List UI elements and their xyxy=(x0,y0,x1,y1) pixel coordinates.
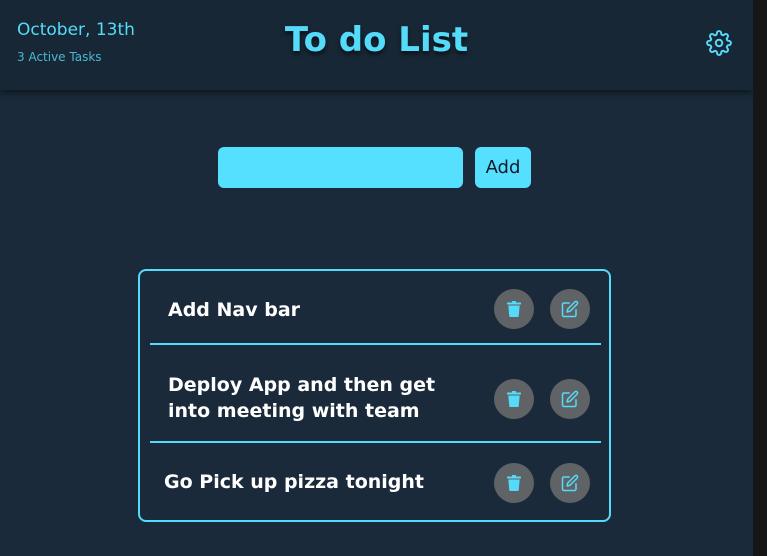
trash-icon xyxy=(507,301,521,317)
edit-icon xyxy=(561,390,579,408)
edit-button[interactable] xyxy=(550,289,590,329)
delete-button[interactable] xyxy=(494,289,534,329)
header: October, 13th 3 Active Tasks To do List xyxy=(0,0,753,90)
add-button[interactable]: Add xyxy=(475,147,531,188)
delete-button[interactable] xyxy=(494,463,534,503)
gear-icon[interactable] xyxy=(706,30,732,56)
task-list: Add Nav bar Deploy App and then get into… xyxy=(138,269,611,522)
delete-button[interactable] xyxy=(494,379,534,419)
edit-icon xyxy=(561,474,579,492)
edit-button[interactable] xyxy=(550,463,590,503)
task-text: Go Pick up pizza tonight xyxy=(164,471,425,493)
edit-button[interactable] xyxy=(550,379,590,419)
list-item: Add Nav bar xyxy=(140,271,609,343)
app: October, 13th 3 Active Tasks To do List … xyxy=(0,0,753,556)
edit-icon xyxy=(561,300,579,318)
task-text: Deploy App and then get into meeting wit… xyxy=(168,374,436,422)
trash-icon xyxy=(507,475,521,491)
task-input[interactable] xyxy=(218,147,463,188)
list-item: Go Pick up pizza tonight xyxy=(140,443,609,520)
window-edge xyxy=(753,0,767,556)
page-title: To do List xyxy=(284,20,469,60)
task-text: Add Nav bar xyxy=(168,299,301,321)
trash-icon xyxy=(507,391,521,407)
list-item: Deploy App and then get into meeting wit… xyxy=(140,345,609,441)
